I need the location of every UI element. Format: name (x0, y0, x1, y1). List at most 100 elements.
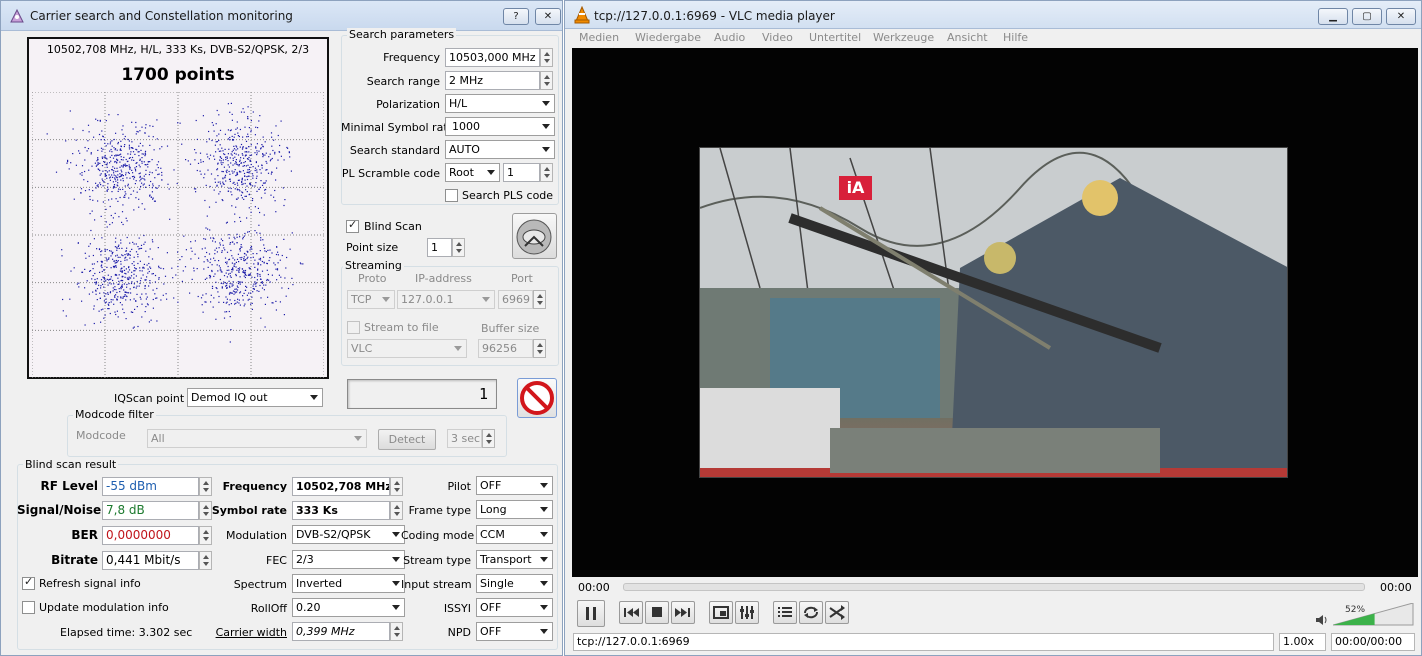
detect-button[interactable]: Detect (378, 429, 436, 450)
loop-button[interactable] (799, 601, 823, 624)
menu-werkzeuge[interactable]: Werkzeuge (873, 31, 934, 44)
volume-slider[interactable] (1333, 603, 1415, 627)
menu-video[interactable]: Video (762, 31, 793, 44)
menu-audio[interactable]: Audio (714, 31, 745, 44)
buffer-size-input[interactable]: 96256 (478, 339, 533, 358)
iq-point (103, 269, 105, 271)
frequency-input[interactable]: 10503,000 MHz (445, 48, 540, 67)
iq-point (246, 191, 248, 193)
shuffle-button[interactable] (825, 601, 849, 624)
proto-select[interactable]: TCP (347, 290, 395, 309)
iq-point (269, 249, 271, 251)
iq-point (195, 152, 197, 154)
loop-icon (804, 606, 818, 619)
iq-point (208, 158, 210, 160)
search-range-input[interactable]: 2 MHz (445, 71, 540, 90)
stop-playback-button[interactable] (645, 601, 669, 624)
iq-point (161, 179, 163, 181)
pilot-select[interactable]: OFF (476, 476, 553, 495)
update-modulation-label: Update modulation info (39, 601, 169, 614)
modcode-select[interactable]: All (147, 429, 367, 448)
search-pls-checkbox[interactable] (445, 189, 458, 202)
playback-speed[interactable]: 1.00x (1279, 633, 1326, 651)
extended-settings-button[interactable] (735, 601, 759, 624)
blind-scan-checkbox[interactable] (346, 218, 359, 233)
pl-scramble-input[interactable]: 1 (503, 163, 540, 182)
seek-bar[interactable] (623, 583, 1365, 591)
menu-medien[interactable]: Medien (579, 31, 619, 44)
iq-point (260, 172, 262, 174)
stop-button[interactable] (517, 378, 557, 418)
menu-hilfe[interactable]: Hilfe (1003, 31, 1028, 44)
npd-select[interactable]: OFF (476, 622, 553, 641)
iq-point (221, 251, 223, 253)
fec-select[interactable]: 2/3 (292, 550, 405, 569)
point-size-input[interactable]: 1 (427, 238, 452, 257)
iq-point (165, 293, 167, 295)
close-button[interactable]: ✕ (535, 8, 561, 25)
spectrum-select[interactable]: Inverted (292, 574, 405, 593)
point-size-spinner[interactable] (452, 238, 465, 257)
iq-point (230, 187, 232, 190)
iq-point (250, 120, 252, 122)
speaker-icon[interactable] (1315, 613, 1329, 627)
next-button[interactable] (671, 601, 695, 624)
rolloff-select[interactable]: 0.20 (292, 598, 405, 617)
player-select[interactable]: VLC (347, 339, 467, 358)
iq-point (143, 183, 145, 185)
refresh-signal-checkbox[interactable] (22, 575, 35, 590)
menu-wiedergabe[interactable]: Wiedergabe (635, 31, 701, 44)
search-standard-select[interactable]: AUTO (445, 140, 555, 159)
search-range-spinner[interactable] (540, 71, 553, 90)
iq-point (107, 274, 109, 276)
min-symbol-rate-select[interactable]: 1000 (445, 117, 555, 136)
pl-scramble-type-select[interactable]: Root (445, 163, 500, 182)
iq-point (105, 120, 107, 122)
npd-value: OFF (480, 625, 502, 638)
timeout-input[interactable]: 3 sec (447, 429, 482, 448)
result-frequency-spinner[interactable] (390, 477, 403, 496)
vlc-close-button[interactable]: ✕ (1386, 8, 1416, 25)
iq-point (151, 239, 153, 241)
iq-point (92, 275, 94, 277)
buffer-size-spinner[interactable] (533, 339, 546, 358)
previous-button[interactable] (619, 601, 643, 624)
iq-point (148, 262, 150, 265)
iq-point (225, 296, 227, 298)
port-input[interactable]: 6969 (498, 290, 533, 309)
stream-to-file-checkbox[interactable] (347, 321, 360, 334)
iq-point (231, 255, 233, 257)
bitrate-label: Bitrate (51, 553, 98, 567)
video-area[interactable]: iA (572, 48, 1418, 577)
modulation-select[interactable]: DVB-S2/QPSK (292, 525, 405, 544)
playlist-button[interactable] (773, 601, 797, 624)
timeout-spinner[interactable] (482, 429, 495, 448)
help-button[interactable]: ? (503, 8, 529, 25)
modcode-filter-title: Modcode filter (73, 408, 156, 421)
frame-type-select[interactable]: Long (476, 500, 553, 519)
minimize-button[interactable]: ▁ (1318, 8, 1348, 25)
satellite-dish-button[interactable] (512, 213, 557, 259)
carrier-width-label[interactable]: Carrier width (201, 626, 287, 639)
issyi-select[interactable]: OFF (476, 598, 553, 617)
ip-select[interactable]: 127.0.0.1 (397, 290, 495, 309)
stream-type-select[interactable]: Transport (476, 550, 553, 569)
update-modulation-checkbox[interactable] (22, 601, 35, 614)
iq-point (89, 213, 91, 215)
iq-point (242, 295, 244, 297)
iq-point (88, 169, 90, 171)
menu-ansicht[interactable]: Ansicht (947, 31, 988, 44)
port-spinner[interactable] (533, 290, 546, 309)
pl-scramble-spinner[interactable] (540, 163, 553, 182)
frequency-spinner[interactable] (540, 48, 553, 67)
fullscreen-button[interactable] (709, 601, 733, 624)
iqscan-select[interactable]: Demod IQ out (187, 388, 323, 407)
iq-point (161, 146, 163, 148)
pause-button[interactable] (577, 600, 605, 627)
coding-mode-select[interactable]: CCM (476, 525, 553, 544)
input-stream-select[interactable]: Single (476, 574, 553, 593)
result-symbol-rate-spinner[interactable] (390, 501, 403, 520)
maximize-button[interactable]: ▢ (1352, 8, 1382, 25)
menu-untertitel[interactable]: Untertitel (809, 31, 861, 44)
polarization-select[interactable]: H/L (445, 94, 555, 113)
